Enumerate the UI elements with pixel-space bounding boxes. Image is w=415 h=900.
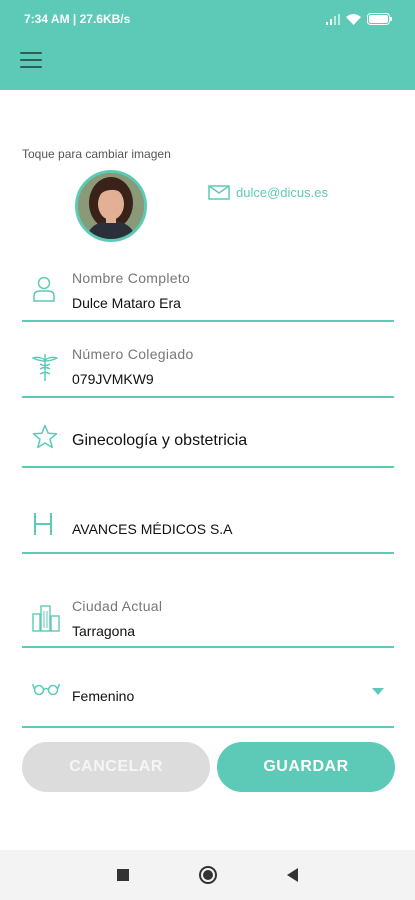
license-number-value[interactable]: 079JVMKW9: [72, 371, 154, 387]
status-bar: 7:34 AM | 27.6KB/s: [0, 0, 415, 38]
avatar-image: [78, 173, 144, 239]
glasses-icon: [32, 683, 60, 696]
status-time: 7:34 AM | 27.6KB/s: [24, 12, 131, 26]
mail-icon: [208, 185, 230, 200]
email-link[interactable]: dulce@dicus.es: [208, 185, 328, 200]
home-nav-icon[interactable]: [199, 866, 217, 884]
email-text: dulce@dicus.es: [236, 185, 328, 200]
specialty-value[interactable]: Ginecología y obstetricia: [72, 432, 247, 450]
back-nav-icon[interactable]: [287, 868, 298, 882]
city-value[interactable]: Tarragona: [72, 623, 135, 639]
city-buildings-icon: [32, 605, 60, 632]
change-image-label[interactable]: Toque para cambiar imagen: [22, 147, 171, 161]
battery-icon: [367, 13, 392, 25]
gender-select[interactable]: Femenino: [22, 670, 394, 728]
full-name-field[interactable]: Nombre Completo Dulce Mataro Era: [22, 262, 394, 322]
hospital-value[interactable]: AVANCES MÉDICOS S.A: [72, 521, 233, 537]
specialty-field[interactable]: Ginecología y obstetricia: [22, 418, 394, 468]
full-name-label: Nombre Completo: [72, 270, 191, 286]
hospital-field[interactable]: AVANCES MÉDICOS S.A: [22, 500, 394, 554]
hospital-h-icon: [34, 513, 52, 535]
signal-icon: [326, 13, 340, 25]
user-icon: [33, 276, 55, 302]
city-field[interactable]: Ciudad Actual Tarragona: [22, 590, 394, 648]
caduceus-icon: [32, 354, 58, 381]
chevron-down-icon[interactable]: [372, 688, 384, 695]
app-header: 7:34 AM | 27.6KB/s: [0, 0, 415, 90]
status-icons: [326, 13, 393, 25]
license-number-field[interactable]: Número Colegiado 079JVMKW9: [22, 338, 394, 398]
avatar[interactable]: [75, 170, 147, 242]
wifi-icon: [346, 13, 361, 25]
star-icon: [32, 424, 58, 449]
full-name-value[interactable]: Dulce Mataro Era: [72, 295, 181, 311]
recents-nav-icon[interactable]: [117, 869, 129, 881]
gender-value: Femenino: [72, 688, 135, 704]
city-label: Ciudad Actual: [72, 598, 163, 614]
system-nav-bar: [0, 850, 415, 900]
cancel-button[interactable]: CANCELAR: [22, 742, 210, 792]
license-number-label: Número Colegiado: [72, 346, 194, 362]
hamburger-menu-icon[interactable]: [20, 52, 42, 68]
save-button[interactable]: GUARDAR: [217, 742, 395, 792]
